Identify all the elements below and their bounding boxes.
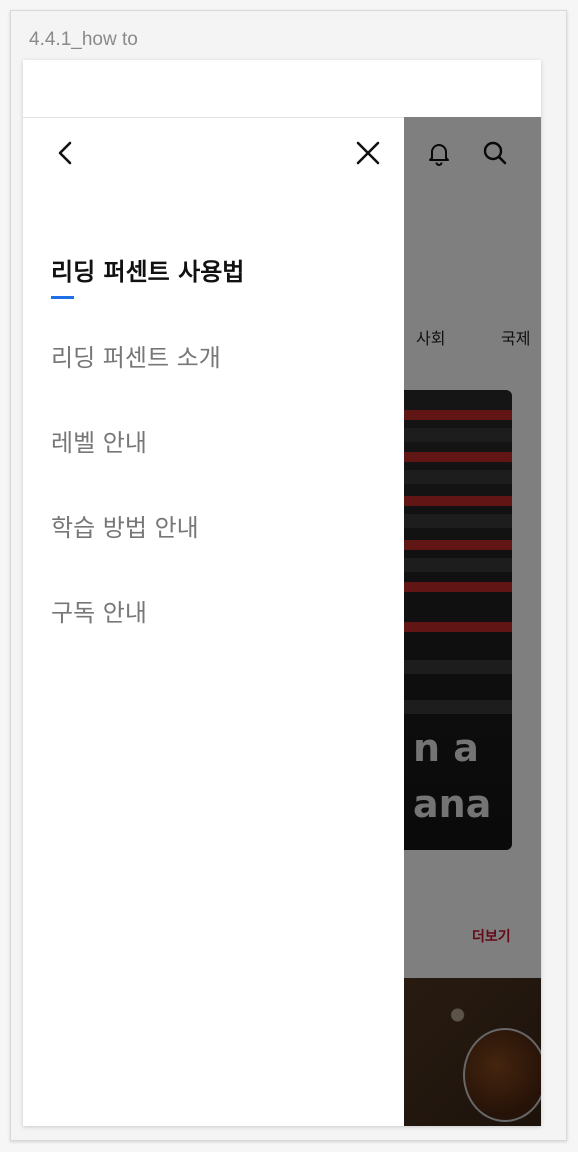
menu-item-level-guide[interactable]: 레벨 안내 [51, 423, 147, 458]
chevron-left-icon[interactable] [51, 138, 81, 168]
drawer-heading: 리딩 퍼센트 사용법 [51, 258, 245, 286]
side-drawer: 리딩 퍼센트 사용법 리딩 퍼센트 소개 레벨 안내 학습 방법 안내 구독 안… [23, 117, 404, 1126]
phone-screen: 사회 국제 n a ana 더보기 [23, 60, 541, 1126]
close-icon[interactable] [353, 138, 383, 168]
heading-underline [51, 296, 74, 299]
menu-item-study-method[interactable]: 학습 방법 안내 [51, 508, 199, 543]
menu-item-subscription[interactable]: 구독 안내 [51, 593, 147, 628]
frame-title: 4.4.1_how to [29, 29, 138, 50]
menu-item-intro[interactable]: 리딩 퍼센트 소개 [51, 338, 221, 373]
